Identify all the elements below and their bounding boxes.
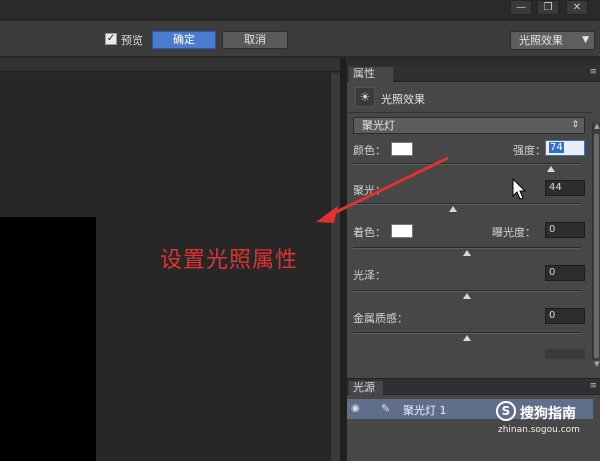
metallic-label: 金属质感： [353, 312, 408, 325]
close-icon[interactable]: ✕ [566, 0, 588, 15]
intensity-slider-track[interactable] [353, 163, 581, 165]
chevron-updown-icon: ⇕ [571, 120, 579, 130]
preview-checkbox[interactable]: ✓ [105, 33, 117, 45]
properties-panel: 属性 ≡ ☀ 光照效果 聚光灯 ⇕ 颜色： 强度： 74 聚光： 44 着色： … [346, 65, 600, 378]
properties-header: 属性 ≡ [347, 65, 600, 82]
chevron-down-icon: ▼ [582, 35, 589, 45]
exposure-input[interactable]: 0 [545, 222, 585, 238]
light-color-swatch[interactable] [391, 142, 413, 156]
intensity-value: 74 [549, 142, 564, 153]
panel-title: 光照效果 [381, 93, 425, 106]
restore-icon[interactable]: ❐ [537, 0, 559, 15]
scroll-down-icon[interactable]: ▼ [593, 360, 600, 368]
preview-label: 预览 [121, 34, 143, 47]
scroll-up-icon[interactable]: ▲ [593, 122, 600, 130]
cancel-button[interactable]: 取消 [222, 31, 288, 49]
ok-button[interactable]: 确定 [152, 31, 216, 49]
tab-lights[interactable]: 光源 [349, 381, 383, 395]
preset-dropdown[interactable]: 光照效果 ▼ [510, 31, 595, 50]
light-name: 聚光灯 1 [403, 404, 447, 417]
metallic-input[interactable]: 0 [545, 308, 585, 324]
canvas-scrollbar[interactable] [330, 73, 340, 461]
gloss-input[interactable]: 0 [545, 265, 585, 281]
panel-menu-icon[interactable]: ≡ [589, 67, 597, 77]
watermark-brand: 搜狗指南 [520, 406, 576, 422]
metallic-slider-thumb[interactable] [463, 335, 471, 341]
minimize-icon[interactable]: — [510, 0, 532, 15]
sogou-watermark: S 搜狗指南 zhinan.sogou.com [496, 401, 600, 441]
hotspot-slider-thumb[interactable] [449, 206, 458, 212]
metallic-slider-track[interactable] [353, 332, 581, 334]
gloss-slider-track[interactable] [353, 290, 581, 292]
lights-header: 光源 ≡ [347, 379, 600, 395]
exposure-label: 曝光度： [492, 226, 536, 239]
exposure-slider-thumb[interactable] [463, 250, 471, 256]
panel-scrollbar[interactable]: ▲ ▼ [592, 122, 600, 368]
colorize-label: 着色： [353, 226, 386, 239]
lighting-effects-icon: ☀ [355, 87, 375, 107]
light-type-value: 聚光灯 [362, 119, 395, 132]
preset-value: 光照效果 [519, 34, 563, 47]
gloss-label: 光泽： [353, 269, 386, 282]
blank-field [545, 349, 585, 359]
hotspot-slider-track[interactable] [353, 203, 581, 205]
exposure-slider-track[interactable] [353, 247, 581, 249]
options-bar: ✓ 预览 确定 取消 光照效果 ▼ [0, 21, 600, 57]
intensity-slider-thumb[interactable] [547, 166, 556, 172]
divider [347, 112, 592, 113]
light-type-dropdown[interactable]: 聚光灯 ⇕ [353, 117, 585, 134]
watermark-url: zhinan.sogou.com [498, 425, 580, 435]
hotspot-label: 聚光： [353, 184, 386, 197]
annotation-text: 设置光照属性 [160, 248, 299, 273]
sogou-logo-icon: S [496, 401, 516, 421]
intensity-input[interactable]: 74 [545, 140, 585, 156]
spotlight-icon: ✎ [381, 402, 391, 415]
gloss-slider-thumb[interactable] [463, 293, 471, 299]
color-label: 颜色： [353, 144, 386, 157]
tab-properties[interactable]: 属性 [349, 67, 393, 82]
image-preview [0, 217, 96, 461]
title-bar: — ❐ ✕ [0, 0, 600, 20]
hotspot-input[interactable]: 44 [545, 180, 585, 196]
eye-icon[interactable]: ◉ [351, 403, 360, 414]
mouse-cursor-icon [512, 178, 526, 200]
document-tab-strip [0, 58, 340, 72]
lights-menu-icon[interactable]: ≡ [589, 381, 597, 391]
scrollbar-grip[interactable] [594, 134, 599, 358]
colorize-swatch[interactable] [391, 224, 413, 238]
intensity-label: 强度： [513, 144, 546, 157]
